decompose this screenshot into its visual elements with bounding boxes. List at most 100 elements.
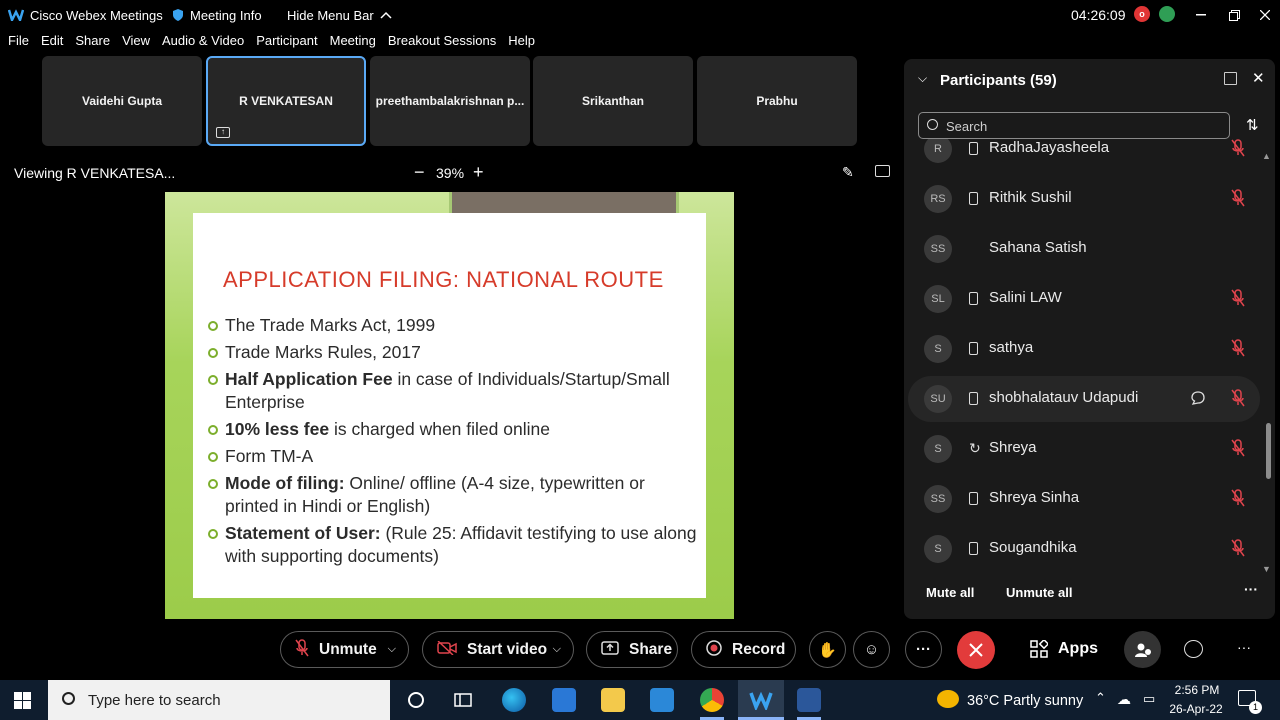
- video-tile[interactable]: preethambalakrishnan p...: [370, 56, 530, 146]
- word-icon[interactable]: [797, 688, 821, 712]
- participant-name: Sougandhika: [989, 539, 1077, 556]
- participant-row[interactable]: S ↻ Shreya: [908, 426, 1260, 472]
- start-video-button[interactable]: Start video ⌵: [422, 631, 574, 668]
- scroll-up-arrow[interactable]: ▲: [1262, 151, 1271, 161]
- bullet-text: Form TM-A: [225, 446, 314, 466]
- video-tile[interactable]: Srikanthan: [533, 56, 693, 146]
- task-view-icon[interactable]: [453, 690, 473, 710]
- more-options-button[interactable]: ···: [905, 631, 942, 668]
- taskbar-date[interactable]: 26-Apr-22: [1168, 702, 1224, 716]
- muted-mic-icon[interactable]: [1231, 439, 1245, 457]
- menu-breakout-sessions[interactable]: Breakout Sessions: [388, 33, 496, 55]
- viewing-label: Viewing R VENKATESA...: [14, 165, 176, 181]
- muted-mic-icon[interactable]: [1231, 289, 1245, 307]
- menu-help[interactable]: Help: [508, 33, 535, 55]
- more-icon[interactable]: ···: [1237, 639, 1251, 655]
- menu-audio-video[interactable]: Audio & Video: [162, 33, 244, 55]
- menu-meeting[interactable]: Meeting: [330, 33, 376, 55]
- chevron-up-icon[interactable]: ⌃: [1095, 690, 1106, 706]
- store-icon[interactable]: [552, 688, 576, 712]
- menu-file[interactable]: File: [8, 33, 29, 55]
- participant-search-input[interactable]: Search: [918, 112, 1230, 139]
- meeting-info-button[interactable]: Meeting Info: [172, 0, 262, 30]
- apps-button[interactable]: Apps: [1030, 640, 1098, 658]
- participant-row[interactable]: S sathya: [908, 326, 1260, 372]
- hide-menu-bar-button[interactable]: Hide Menu Bar: [287, 0, 392, 30]
- muted-mic-icon[interactable]: [1231, 489, 1245, 507]
- chat-icon[interactable]: [1184, 640, 1203, 658]
- phone-device-icon: [969, 542, 978, 555]
- phone-device-icon: [969, 392, 978, 405]
- minimize-button[interactable]: [1188, 0, 1214, 30]
- muted-mic-icon[interactable]: [1231, 539, 1245, 557]
- avatar-initial: o: [1139, 9, 1145, 19]
- maximize-button[interactable]: [1221, 0, 1247, 30]
- bullet-text: The Trade Marks Act, 1999: [225, 315, 436, 335]
- chevron-down-icon[interactable]: ⌵: [553, 643, 561, 656]
- onedrive-icon[interactable]: ☁: [1117, 691, 1131, 708]
- collapse-chevron-icon[interactable]: ⌵: [918, 71, 927, 86]
- bullet-bold: Mode of filing:: [225, 473, 345, 493]
- taskbar-search-input[interactable]: Type here to search: [48, 680, 390, 720]
- video-tile[interactable]: Vaidehi Gupta: [42, 56, 202, 146]
- muted-mic-icon[interactable]: [1231, 389, 1245, 407]
- menu-participant[interactable]: Participant: [256, 33, 317, 55]
- participant-scrollbar[interactable]: [1266, 423, 1271, 479]
- video-tile-active-speaker[interactable]: R VENKATESAN ↑: [206, 56, 366, 146]
- user-avatar[interactable]: o: [1134, 6, 1150, 22]
- taskbar-time[interactable]: 2:56 PM: [1172, 683, 1222, 697]
- zoom-in-button[interactable]: +: [473, 162, 484, 183]
- menu-view[interactable]: View: [122, 33, 150, 55]
- battery-icon[interactable]: ▭: [1143, 691, 1155, 707]
- webex-taskbar-active[interactable]: [738, 680, 784, 720]
- scroll-down-arrow[interactable]: ▼: [1262, 564, 1271, 574]
- record-button[interactable]: Record: [691, 631, 796, 668]
- participant-row[interactable]: SL Salini LAW: [908, 276, 1260, 322]
- close-panel-icon[interactable]: ✕: [1252, 69, 1265, 87]
- participants-button[interactable]: [1124, 631, 1161, 668]
- chevron-down-icon[interactable]: ⌵: [388, 643, 396, 656]
- share-button[interactable]: Share: [586, 631, 678, 668]
- video-tile[interactable]: Prabhu: [697, 56, 857, 146]
- edge-icon[interactable]: [502, 688, 526, 712]
- close-window-button[interactable]: [1252, 0, 1278, 30]
- weather-icon[interactable]: [937, 690, 959, 708]
- cortana-icon[interactable]: [406, 690, 426, 710]
- participant-row[interactable]: SS Shreya Sinha: [908, 476, 1260, 522]
- zoom-level[interactable]: 39%: [436, 165, 464, 181]
- windows-start-icon[interactable]: [14, 692, 31, 709]
- muted-mic-icon[interactable]: [1231, 339, 1245, 357]
- annotate-icon[interactable]: ✎: [842, 164, 854, 181]
- reactions-button[interactable]: ☺: [853, 631, 890, 668]
- participant-row[interactable]: SS Sahana Satish: [908, 226, 1260, 272]
- restore-icon: [1228, 9, 1240, 21]
- menu-share[interactable]: Share: [75, 33, 110, 55]
- muted-mic-icon[interactable]: [1231, 139, 1245, 157]
- view-options-icon[interactable]: [875, 165, 890, 177]
- weather-text[interactable]: 36°C Partly sunny: [967, 693, 1083, 709]
- chat-bubble-icon[interactable]: [1190, 390, 1206, 406]
- popout-icon[interactable]: [1224, 72, 1237, 85]
- mute-all-button[interactable]: Mute all: [926, 585, 974, 600]
- raise-hand-button[interactable]: ✋: [809, 631, 846, 668]
- more-options-icon[interactable]: ···: [1244, 581, 1258, 597]
- leave-meeting-button[interactable]: [957, 631, 995, 669]
- participant-row[interactable]: R RadhaJayasheela: [908, 139, 1260, 172]
- webex-window: Cisco Webex Meetings Meeting Info Hide M…: [0, 0, 1280, 720]
- muted-mic-icon[interactable]: [1231, 189, 1245, 207]
- shield-icon: [173, 9, 183, 21]
- sort-icon[interactable]: ⇅: [1246, 116, 1259, 134]
- network-health-icon[interactable]: [1159, 6, 1175, 22]
- menu-edit[interactable]: Edit: [41, 33, 63, 55]
- unmute-button[interactable]: Unmute ⌵: [280, 631, 409, 668]
- chrome-icon[interactable]: [700, 688, 724, 712]
- participant-row[interactable]: S Sougandhika: [908, 526, 1260, 572]
- file-explorer-icon[interactable]: [601, 688, 625, 712]
- bullet-item: Form TM-A: [207, 445, 702, 468]
- participant-row[interactable]: SU shobhalatauv Udapudi: [908, 376, 1260, 422]
- unmute-all-button[interactable]: Unmute all: [1006, 585, 1072, 600]
- mail-icon[interactable]: [650, 688, 674, 712]
- zoom-out-button[interactable]: −: [414, 162, 425, 183]
- participant-row[interactable]: RS Rithik Sushil: [908, 176, 1260, 222]
- avatar: SS: [924, 235, 952, 263]
